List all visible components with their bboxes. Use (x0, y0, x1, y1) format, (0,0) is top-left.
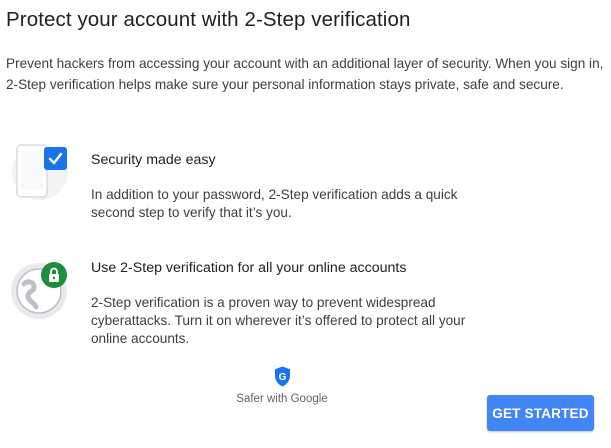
safer-with-google-text: Safer with Google (236, 393, 328, 405)
page-title: Protect your account with 2-Step verific… (6, 8, 411, 31)
phone-checkmark-icon (10, 141, 70, 201)
safer-with-google-badge: G Safer with Google (224, 366, 340, 405)
shield-letter: G (278, 372, 286, 383)
feature-title-all-accounts: Use 2-Step verification for all your onl… (91, 260, 407, 276)
globe-lock-icon (10, 260, 70, 320)
intro-text: Prevent hackers from accessing your acco… (6, 56, 604, 92)
google-shield-icon: G (274, 366, 290, 387)
feature-desc-security: In addition to your password, 2-Step ver… (91, 187, 458, 220)
get-started-button[interactable]: GET STARTED (487, 395, 594, 431)
feature-title-security: Security made easy (91, 152, 216, 168)
feature-desc-all-accounts: 2-Step verification is a proven way to p… (91, 295, 466, 346)
